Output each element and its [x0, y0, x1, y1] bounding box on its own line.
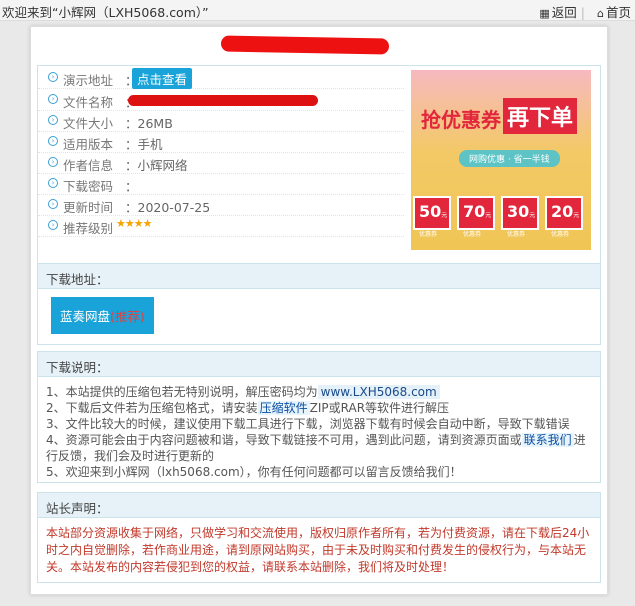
instructions-panel: 下载说明： 1、本站提供的压缩包若无特别说明，解压密码均为 www.LXH5068… [37, 351, 601, 483]
instruction-line: 4、资源可能会由于内容问题被和谐，导致下载链接不可用，遇到此问题，请到资源页面或… [46, 433, 586, 463]
bullet-icon: › [48, 157, 58, 167]
info-value: ：26MB [125, 116, 173, 131]
info-label: 作者信息 [63, 158, 114, 173]
content-card: › 演示地址 ： 点击查看 › 文件名称 ： › 文件大小 ：26MB › 适用… [30, 26, 608, 595]
home-label: 首页 [605, 5, 631, 20]
info-label: 推荐级别 [63, 221, 114, 236]
info-value: ：2020-07-25 [125, 200, 211, 215]
ad-title-part1: 抢优惠券 [421, 108, 501, 132]
info-row-demo: › 演示地址 ： 点击查看 [38, 68, 404, 89]
info-value: ：手机 [125, 137, 163, 152]
info-label: 适用版本 [63, 137, 114, 152]
info-value: ： [125, 179, 138, 194]
disclaimer-text: 本站部分资源收集于网络，只做学习和交流使用，版权归原作者所有，若为付费资源，请在… [46, 526, 590, 574]
redacted-title [220, 35, 390, 55]
back-label: 返回 [551, 5, 577, 20]
info-row-updated: › 更新时间 ：2020-07-25 [38, 195, 404, 216]
recommended-tag: (推荐) [110, 309, 145, 324]
top-links: ▦ 返回 | ⌂ 首页 [531, 2, 631, 21]
bullet-icon: › [48, 94, 58, 104]
info-row-password: › 下载密码 ： [38, 174, 404, 195]
instruction-line: 5、欢迎来到小辉网（lxh5068.com），你有任何问题都可以留言反馈给我们！ [46, 465, 462, 479]
top-bar: 欢迎来到“小辉网（LXH5068.com）” ▦ 返回 | ⌂ 首页 [0, 0, 635, 21]
resource-info: › 演示地址 ： 点击查看 › 文件名称 ： › 文件大小 ：26MB › 适用… [37, 65, 601, 279]
info-label: 演示地址 [63, 73, 114, 88]
info-label: 文件大小 [63, 116, 114, 131]
download-panel: 下载地址： 蓝奏网盘(推荐) [37, 263, 601, 345]
back-link[interactable]: ▦ 返回 [539, 5, 576, 20]
coupon: 30元优惠券 [501, 196, 539, 238]
ad-subtitle: 网购优惠 · 省一半钱 [459, 150, 560, 167]
info-row-size: › 文件大小 ：26MB [38, 111, 404, 132]
contact-us-link[interactable]: 联系我们 [521, 433, 574, 447]
bullet-icon: › [48, 136, 58, 146]
download-heading: 下载地址： [38, 264, 600, 289]
compression-software-link[interactable]: 压缩软件 [257, 401, 310, 415]
notice-panel: 站长声明： 本站部分资源收集于网络，只做学习和交流使用，版权归原作者所有，若为付… [37, 492, 601, 583]
instruction-line: 2、下载后文件若为压缩包格式，请安装 压缩软件 ZIP或RAR等软件进行解压 [46, 401, 450, 415]
download-button-label: 蓝奏网盘 [60, 309, 111, 324]
info-row-filename: › 文件名称 ： [38, 90, 404, 111]
info-row-version: › 适用版本 ：手机 [38, 132, 404, 153]
coupon-ad-banner[interactable]: 抢优惠券 再下单 网购优惠 · 省一半钱 50元优惠券 70元优惠券 30元优惠… [411, 70, 591, 250]
instructions-heading: 下载说明： [38, 352, 600, 377]
demo-button[interactable]: 点击查看 [132, 68, 193, 89]
info-row-rating: › 推荐级别 ★★★★ [38, 216, 404, 237]
coupon: 50元优惠券 [413, 196, 451, 238]
notice-heading: 站长声明： [38, 493, 600, 518]
info-label: 下载密码 [63, 179, 114, 194]
coupon: 20元优惠券 [545, 196, 583, 238]
instructions-list: 1、本站提供的压缩包若无特别说明，解压密码均为 www.LXH5068.com 2… [38, 377, 600, 487]
bullet-icon: › [48, 115, 58, 125]
bullet-icon: › [48, 220, 58, 230]
ad-title: 抢优惠券 再下单 [421, 98, 581, 138]
grid-icon: ▦ [539, 7, 550, 20]
info-row-author: › 作者信息 ：小辉网络 [38, 153, 404, 174]
divider: | [580, 5, 586, 20]
instruction-line: 1、本站提供的压缩包若无特别说明，解压密码均为 www.LXH5068.com [46, 384, 592, 400]
password-highlight: www.LXH5068.com [317, 385, 440, 399]
coupon: 70元优惠券 [457, 196, 495, 238]
rating-stars: ★★★★ [116, 217, 152, 230]
welcome-text: 欢迎来到“小辉网（LXH5068.com）” [2, 5, 209, 20]
redacted-filename [128, 95, 318, 106]
lanzou-download-button[interactable]: 蓝奏网盘(推荐) [51, 297, 154, 334]
info-label: 文件名称 [63, 95, 114, 110]
instruction-line: 3、文件比较大的时候，建议使用下载工具进行下载，浏览器下载有时候会自动中断，导致… [46, 417, 570, 431]
home-icon: ⌂ [597, 7, 604, 20]
bullet-icon: › [48, 178, 58, 188]
ad-title-part2: 再下单 [503, 98, 578, 134]
bullet-icon: › [48, 199, 58, 209]
info-label: 更新时间 [63, 200, 114, 215]
info-value: ：小辉网络 [125, 158, 188, 173]
home-link[interactable]: ⌂ 首页 [597, 5, 631, 20]
bullet-icon: › [48, 72, 58, 82]
